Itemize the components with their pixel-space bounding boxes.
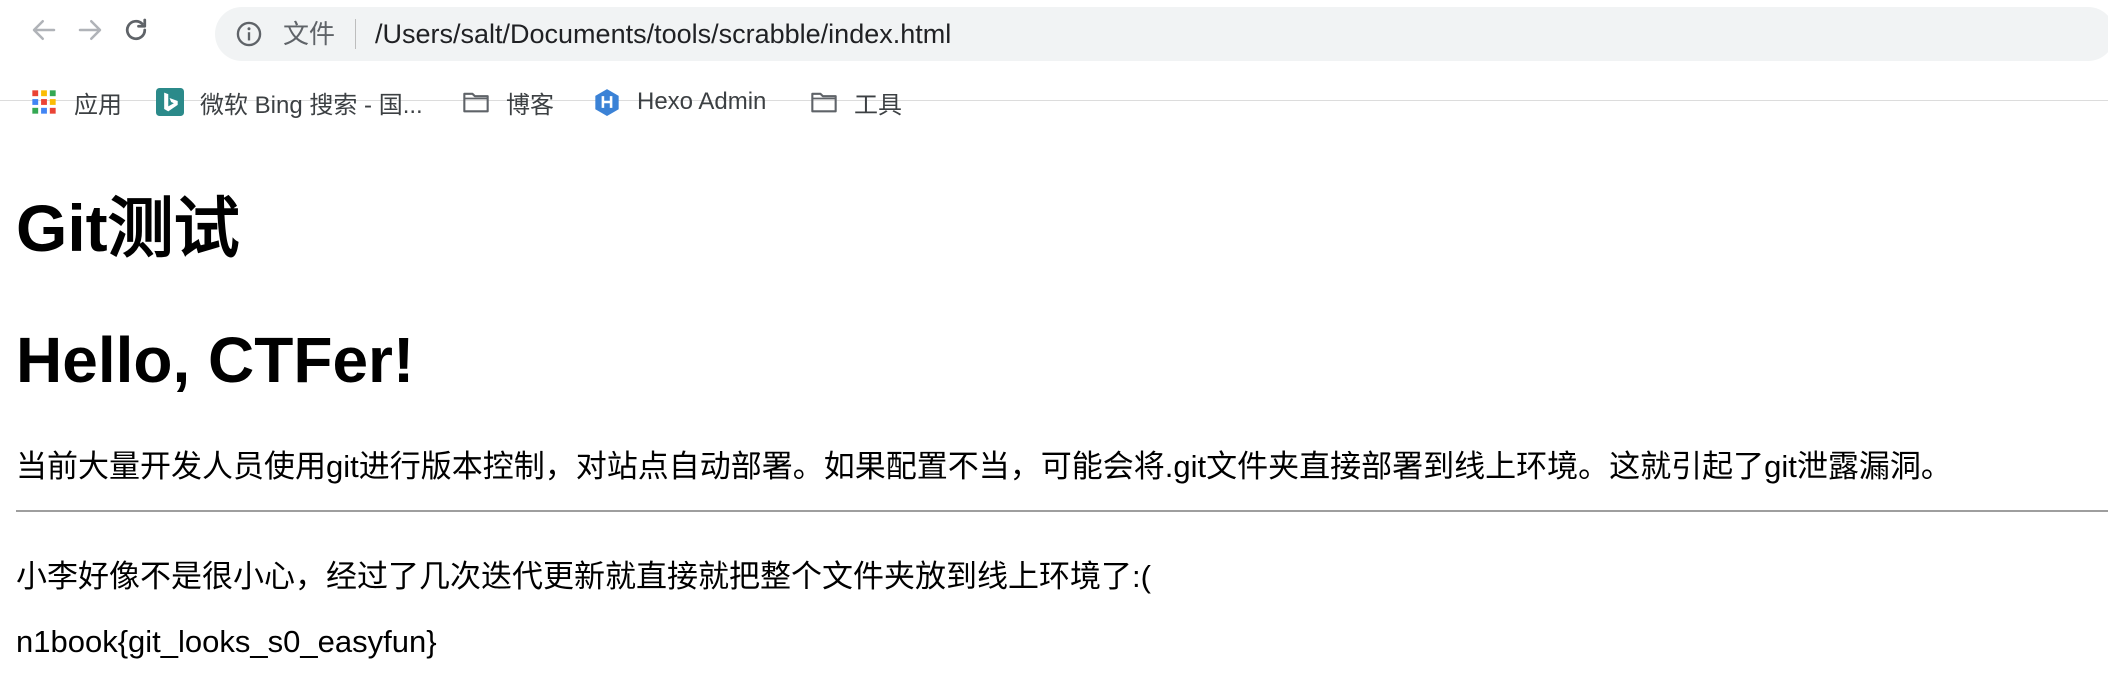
folder-icon (811, 92, 837, 113)
bookmark-label: 工具 (854, 91, 902, 119)
forward-arrow-icon (78, 20, 102, 40)
bookmark-label: 微软 Bing 搜索 - 国... (200, 91, 423, 119)
bookmark-tools-folder[interactable]: 工具 (810, 82, 902, 122)
flag-text: n1book{git_looks_s0_easyfun} (16, 624, 437, 659)
greeting-heading: Hello, CTFer! (16, 324, 415, 396)
reload-button[interactable] (118, 12, 154, 48)
bing-icon (156, 88, 184, 116)
reload-icon (125, 18, 147, 41)
divider (16, 510, 2108, 512)
intro-paragraph: 当前大量开发人员使用git进行版本控制，对站点自动部署。如果配置不当，可能会将.… (16, 449, 1952, 484)
address-separator (355, 19, 356, 49)
bookmark-apps[interactable]: 应用 (30, 82, 122, 122)
bookmark-blog-folder[interactable]: 博客 (462, 82, 554, 122)
page-title: Git测试 (16, 191, 240, 265)
folder-icon (463, 92, 489, 113)
bookmark-label: Hexo Admin (637, 88, 767, 115)
address-url[interactable]: /Users/salt/Documents/tools/scrabble/ind… (375, 20, 951, 48)
bookmark-label: 博客 (506, 91, 554, 119)
address-scheme-label: 文件 (283, 19, 336, 49)
forward-button[interactable] (72, 12, 108, 48)
bookmark-bing[interactable]: 微软 Bing 搜索 - 国... (156, 82, 423, 122)
bookmarks-bar: 应用 微软 Bing 搜索 - 国... 博客 Hexo Admin 工具 (0, 82, 2108, 122)
back-arrow-icon (32, 20, 56, 40)
info-icon[interactable] (235, 20, 263, 48)
address-bar[interactable]: 文件 /Users/salt/Documents/tools/scrabble/… (215, 7, 2108, 61)
browser-toolbar: 文件 /Users/salt/Documents/tools/scrabble/… (0, 0, 2108, 119)
story-paragraph: 小李好像不是很小心，经过了几次迭代更新就直接就把整个文件夹放到线上环境了:( (16, 559, 1151, 594)
apps-grid-icon (32, 90, 56, 114)
bookmark-label: 应用 (74, 91, 122, 119)
back-button[interactable] (26, 12, 62, 48)
bookmark-hexo-admin[interactable]: Hexo Admin (593, 82, 766, 122)
hexo-icon (595, 89, 619, 116)
